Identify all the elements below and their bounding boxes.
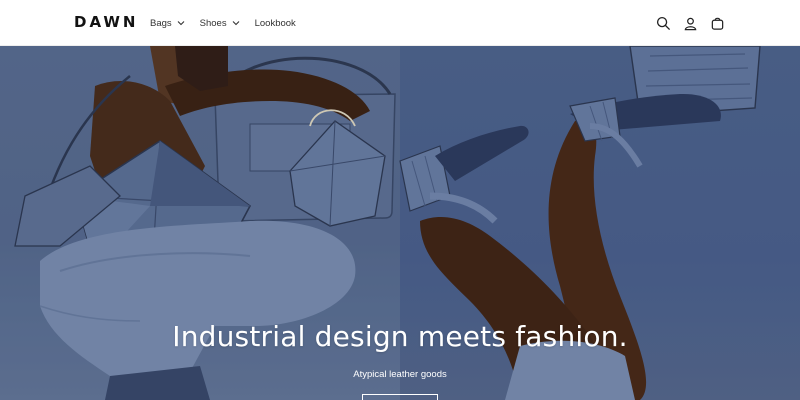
nav-item-shoes[interactable]: Shoes [200,18,241,29]
hero-button[interactable] [362,394,438,400]
cart-icon [711,17,724,30]
hero-subtitle: Atypical leather goods [353,369,447,380]
search-button[interactable] [655,15,672,32]
chevron-down-icon [177,21,185,26]
nav-item-label: Shoes [199,17,227,29]
main-nav: Bags Shoes Lookbook [150,0,296,46]
chevron-down-icon [232,21,239,26]
hero-title: Industrial design meets fashion. [172,320,628,353]
nav-item-label: Bags [150,17,172,29]
hero-banner: Industrial design meets fashion. Atypica… [0,46,800,400]
nav-item-lookbook[interactable]: Lookbook [255,18,296,29]
search-icon [656,16,671,30]
cart-button[interactable] [709,15,726,32]
store-logo[interactable]: DAWN [74,13,139,31]
header-icons [655,0,726,46]
nav-item-bags[interactable]: Bags [150,18,186,29]
account-icon [684,17,697,30]
account-button[interactable] [682,15,699,32]
site-header: DAWN Bags Shoes Lookbook [0,0,800,46]
nav-item-label: Lookbook [254,17,296,29]
